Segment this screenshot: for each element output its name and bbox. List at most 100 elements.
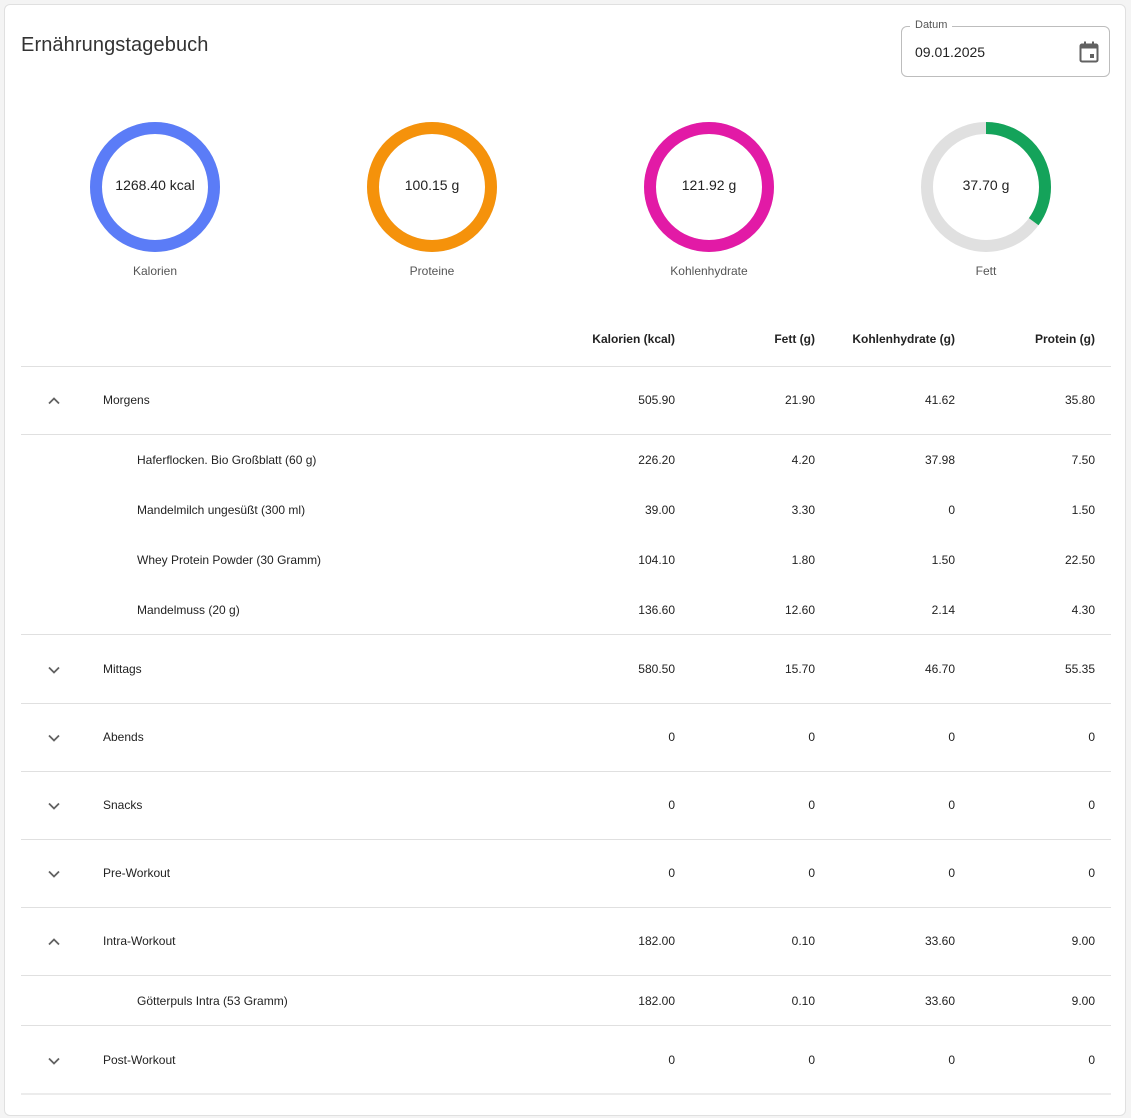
food-item-row[interactable]: Götterpuls Intra (53 Gramm) 182.00 0.10 33.… [21,976,1111,1026]
cell-carbs: 46.70 [924,662,955,676]
ring-label: Proteine [409,264,455,278]
cell-carbs: 33.60 [924,994,955,1008]
cell-calories: 136.60 [638,603,675,617]
ring-value: 100.15 g [404,177,460,193]
cell-fat: 0 [808,866,815,880]
page-title: Ernährungstagebuch [21,34,209,56]
food-name: Götterpuls Intra (53 Gramm) [137,994,288,1008]
cell-carbs: 0 [948,1053,955,1067]
macro-rings: 1268.40 kcal Kalorien 100.15 g Proteine 121.… [5,117,1125,287]
cell-protein: 0 [1088,730,1095,744]
meal-name: Snacks [103,798,143,812]
cell-fat: 0 [808,730,815,744]
cell-fat: 0.10 [791,934,815,948]
meal-row-snacks[interactable]: Snacks 0 0 0 0 [21,772,1111,840]
cell-carbs: 2.14 [931,603,955,617]
cell-protein: 4.30 [1071,603,1095,617]
calendar-icon[interactable] [1079,41,1099,63]
meal-row-mittags[interactable]: Mittags 580.50 15.70 46.70 55.35 [21,636,1111,704]
food-name: Haferflocken. Bio Großblatt (60 g) [137,453,317,467]
cell-carbs: 0 [948,798,955,812]
header-carbs: Kohlenhydrate (g) [852,332,955,346]
cell-calories: 0 [668,730,675,744]
chevron-down-icon[interactable] [46,730,62,746]
header-protein: Protein (g) [1035,332,1095,346]
food-name: Mandelmilch ungesüßt (300 ml) [137,503,306,517]
cell-calories: 580.50 [638,662,675,676]
chevron-down-icon[interactable] [46,662,62,678]
chevron-down-icon[interactable] [46,1053,62,1069]
header-fat: Fett (g) [774,332,815,346]
chevron-down-icon[interactable] [46,866,62,882]
cell-protein: 7.50 [1071,453,1095,467]
diary-card: Ernährungstagebuch Datum 09.01.2025 1268… [4,4,1126,1116]
meal-name: Abends [103,730,144,744]
meal-row-morgens[interactable]: Morgens 505.90 21.90 41.62 35.80 [21,367,1111,435]
chevron-up-icon[interactable] [46,934,62,950]
cell-protein: 35.80 [1064,393,1095,407]
food-item-row[interactable]: Mandelmuss (20 g) 136.60 12.60 2.14 4.30 [21,585,1111,635]
food-item-row[interactable]: Haferflocken. Bio Großblatt (60 g) 226.20… [21,435,1111,485]
date-input[interactable]: 09.01.2025 [915,44,985,60]
ring-label: Kohlenhydrate [670,264,748,278]
cell-calories: 0 [668,866,675,880]
cell-carbs: 0 [948,730,955,744]
meal-name: Intra-Workout [103,934,176,948]
meal-name: Post-Workout [103,1053,176,1067]
food-item-row[interactable]: Whey Protein Powder (30 Gramm) 104.10 1.80… [21,535,1111,585]
cell-calories: 182.00 [638,994,675,1008]
cell-protein: 22.50 [1064,553,1095,567]
cell-calories: 39.00 [644,503,675,517]
ring-value: 37.70 g [962,177,1010,193]
meal-row-abends[interactable]: Abends 0 0 0 0 [21,704,1111,772]
food-name: Mandelmuss (20 g) [137,603,240,617]
date-field[interactable]: Datum 09.01.2025 [901,19,1110,77]
cell-calories: 182.00 [638,934,675,948]
cell-calories: 505.90 [638,393,675,407]
ring-label: Kalorien [132,264,178,278]
cell-carbs: 37.98 [924,453,955,467]
cell-carbs: 0 [948,503,955,517]
cell-fat: 12.60 [784,603,815,617]
cell-protein: 9.00 [1071,994,1095,1008]
cell-fat: 0.10 [791,994,815,1008]
cell-calories: 226.20 [638,453,675,467]
cell-calories: 0 [668,798,675,812]
header-calories: Kalorien (kcal) [592,332,675,346]
table-bottom-border [21,1093,1111,1095]
meal-row-pre-workout[interactable]: Pre-Workout 0 0 0 0 [21,840,1111,908]
food-name: Whey Protein Powder (30 Gramm) [137,553,322,567]
cell-carbs: 33.60 [924,934,955,948]
ring-value: 121.92 g [681,177,737,193]
table-header: Kalorien (kcal) Fett (g) Kohlenhydrate (… [21,305,1111,367]
cell-protein: 1.50 [1071,503,1095,517]
cell-fat: 1.80 [791,553,815,567]
cell-fat: 0 [808,1053,815,1067]
meal-name: Mittags [103,662,142,676]
cell-calories: 104.10 [638,553,675,567]
cell-fat: 3.30 [791,503,815,517]
cell-protein: 0 [1088,866,1095,880]
cell-carbs: 41.62 [924,393,955,407]
meal-row-post-workout[interactable]: Post-Workout 0 0 0 0 [21,1027,1111,1095]
cell-fat: 4.20 [791,453,815,467]
ring-label: Fett [975,264,997,278]
cell-protein: 55.35 [1064,662,1095,676]
cell-protein: 0 [1088,798,1095,812]
meal-name: Pre-Workout [103,866,171,880]
cell-calories: 0 [668,1053,675,1067]
meal-row-intra-workout[interactable]: Intra-Workout 182.00 0.10 33.60 9.00 [21,908,1111,976]
cell-carbs: 0 [948,866,955,880]
cell-protein: 0 [1088,1053,1095,1067]
food-item-row[interactable]: Mandelmilch ungesüßt (300 ml) 39.00 3.30 0 1… [21,485,1111,535]
cell-fat: 21.90 [784,393,815,407]
cell-protein: 9.00 [1071,934,1095,948]
chevron-down-icon[interactable] [46,798,62,814]
date-label: Datum [910,19,953,31]
cell-carbs: 1.50 [931,553,955,567]
cell-fat: 0 [808,798,815,812]
cell-fat: 15.70 [784,662,815,676]
meal-name: Morgens [103,393,150,407]
ring-value: 1268.40 kcal [115,177,195,193]
chevron-up-icon[interactable] [46,393,62,409]
